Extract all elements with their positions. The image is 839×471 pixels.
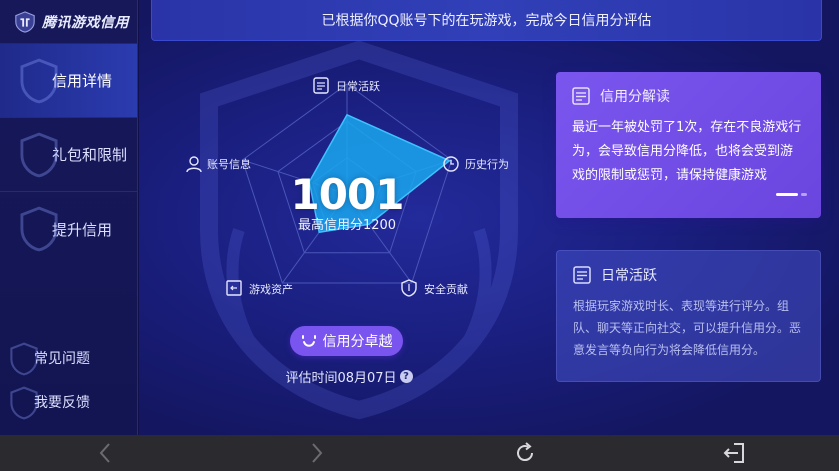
credit-score-value: 1001 bbox=[290, 170, 405, 219]
smile-icon bbox=[301, 335, 316, 347]
sidebar-item-label: 信用详情 bbox=[52, 72, 113, 90]
exit-icon[interactable] bbox=[722, 441, 746, 465]
main-panel: 已根据你QQ账号下的在玩游戏，完成今日信用分评估 日常活跃 历史行为 安全贡献 … bbox=[139, 0, 839, 435]
shield-icon bbox=[401, 279, 417, 297]
sidebar-item-improve-credit[interactable]: 提升信用 bbox=[0, 192, 137, 266]
brand-shield-icon bbox=[15, 10, 35, 33]
card-title: 日常活跃 bbox=[573, 265, 804, 285]
credit-level-button[interactable]: 信用分卓越 bbox=[290, 326, 403, 356]
card-body: 最近一年被处罚了1次，存在不良游戏行为，会导致信用分降低，也将会受到游戏的限制或… bbox=[572, 120, 802, 183]
banner-text: 已根据你QQ账号下的在玩游戏，完成今日信用分评估 bbox=[321, 13, 652, 29]
sidebar: 腾讯游戏信用 信用详情 礼包和限制 提升信用 常见问题 我要反馈 bbox=[0, 0, 138, 435]
card-title-text: 日常活跃 bbox=[601, 268, 657, 284]
credit-interpretation-card: 信用分解读 最近一年被处罚了1次，存在不良游戏行为，会导致信用分降低，也将会受到… bbox=[556, 72, 821, 218]
axis-label-text: 安全贡献 bbox=[424, 282, 468, 296]
sidebar-item-label: 礼包和限制 bbox=[52, 146, 128, 164]
card-title: 信用分解读 bbox=[572, 86, 805, 106]
daily-activity-card: 日常活跃 根据玩家游戏时长、表现等进行评分。组队、聊天等正向社交，可以提升信用分… bbox=[556, 250, 821, 382]
assessment-banner: 已根据你QQ账号下的在玩游戏，完成今日信用分评估 bbox=[151, 0, 822, 41]
sidebar-item-label: 提升信用 bbox=[52, 220, 113, 239]
back-icon[interactable] bbox=[94, 441, 118, 465]
sidebar-item-label: 常见问题 bbox=[34, 351, 90, 367]
sidebar-item-faq[interactable]: 常见问题 bbox=[0, 338, 138, 378]
shield-outline-icon bbox=[20, 206, 58, 252]
credit-level-label: 信用分卓越 bbox=[322, 334, 393, 350]
axis-label-text: 账号信息 bbox=[207, 157, 251, 171]
axis-label-daily-activity: 日常活跃 bbox=[313, 77, 380, 94]
sidebar-item-label: 我要反馈 bbox=[34, 395, 90, 411]
shield-outline-icon bbox=[10, 386, 38, 420]
browser-bottom-bar bbox=[0, 435, 839, 471]
pager-dot bbox=[801, 193, 807, 196]
evaluation-time: 评估时间08月07日 ? bbox=[279, 367, 419, 386]
pager-dot-active bbox=[776, 193, 798, 196]
help-icon[interactable]: ? bbox=[399, 370, 413, 383]
shield-outline-icon bbox=[20, 58, 58, 104]
sidebar-item-feedback[interactable]: 我要反馈 bbox=[0, 382, 138, 422]
sidebar-item-gifts-limits[interactable]: 礼包和限制 bbox=[0, 118, 137, 192]
sidebar-item-credit-details[interactable]: 信用详情 bbox=[0, 44, 137, 118]
exit-icon bbox=[226, 280, 242, 296]
axis-label-text: 游戏资产 bbox=[249, 282, 293, 296]
evaluation-time-text: 评估时间08月07日 bbox=[285, 371, 397, 386]
axis-label-text: 历史行为 bbox=[465, 158, 509, 171]
user-icon bbox=[186, 156, 202, 173]
forward-icon[interactable] bbox=[304, 441, 328, 465]
card-title-text: 信用分解读 bbox=[600, 89, 670, 105]
document-icon bbox=[572, 87, 590, 105]
pager-dots bbox=[776, 193, 807, 196]
brand: 腾讯游戏信用 bbox=[0, 0, 137, 44]
credit-score-max: 最高信用分1200 bbox=[297, 218, 397, 233]
document-icon bbox=[573, 266, 591, 284]
shield-outline-icon bbox=[20, 132, 58, 178]
shield-outline-icon bbox=[10, 342, 38, 376]
document-icon bbox=[313, 77, 329, 94]
card-body: 根据玩家游戏时长、表现等进行评分。组队、聊天等正向社交，可以提升信用分。恶意发言… bbox=[573, 299, 802, 357]
axis-label-text: 日常活跃 bbox=[336, 79, 380, 93]
axis-label-account: 账号信息 bbox=[186, 156, 251, 173]
axis-label-assets: 游戏资产 bbox=[226, 280, 293, 296]
axis-label-history: 历史行为 bbox=[443, 156, 509, 172]
brand-name: 腾讯游戏信用 bbox=[42, 14, 129, 31]
refresh-icon[interactable] bbox=[513, 441, 537, 465]
